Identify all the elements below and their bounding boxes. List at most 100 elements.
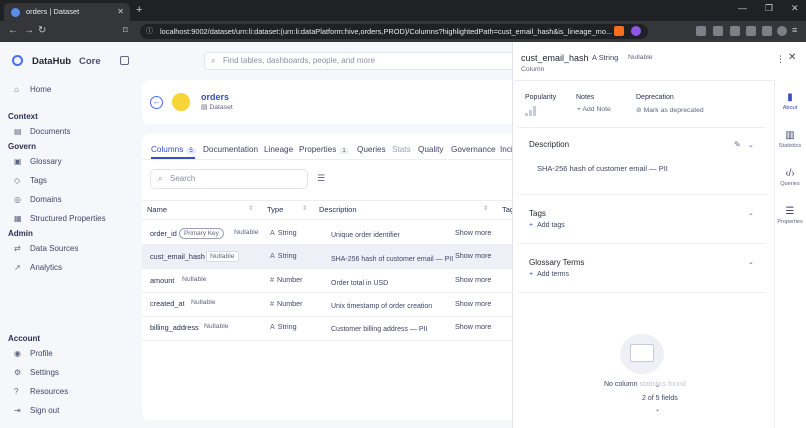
maximize-icon[interactable]: ❐: [765, 3, 773, 14]
collapse-sidebar-icon[interactable]: [120, 56, 129, 65]
menu-icon[interactable]: ≡: [792, 25, 797, 35]
column-type: # Number: [270, 275, 303, 284]
entity-name[interactable]: orders: [201, 92, 229, 102]
column-header-description[interactable]: Description: [319, 205, 357, 214]
leo-icon[interactable]: [762, 26, 772, 36]
download-icon[interactable]: [696, 26, 706, 36]
brave-shield-icon[interactable]: [614, 26, 624, 36]
sidebar-item-documents[interactable]: ▤ Documents: [14, 127, 70, 136]
column-search-input[interactable]: ⌕ Search: [150, 169, 308, 189]
more-options-icon[interactable]: ⋮: [776, 54, 785, 65]
sidebar-item-profile[interactable]: ◉ Profile: [14, 349, 53, 358]
mark-deprecated-button[interactable]: ⊘ Mark as deprecated: [636, 106, 704, 114]
sidebar-item-data-sources[interactable]: ⇄ Data Sources: [14, 244, 78, 253]
column-header-name[interactable]: Name: [147, 205, 167, 214]
drawer-title: cust_email_hash: [521, 53, 589, 63]
rail-about[interactable]: ▮ About: [774, 92, 806, 111]
column-type: A String: [270, 322, 297, 331]
notes-label: Notes: [576, 94, 595, 101]
drawer-type: A String: [592, 53, 619, 62]
sidebar-item-domains[interactable]: ◎ Domains: [14, 195, 62, 204]
tab-quality[interactable]: Quality: [418, 145, 443, 154]
section-divider: [518, 194, 766, 195]
chevron-up-icon[interactable]: ⌃: [655, 385, 660, 392]
sidebar-item-analytics[interactable]: ↗ Analytics: [14, 263, 62, 272]
reload-icon[interactable]: ↻: [38, 25, 46, 36]
minimize-icon[interactable]: —: [738, 3, 747, 13]
brave-rewards-icon[interactable]: [631, 26, 641, 36]
sort-name-icon[interactable]: ⇕: [248, 205, 253, 212]
sidebar-item-resources[interactable]: ? Resources: [14, 387, 68, 396]
tab-lineage[interactable]: Lineage: [264, 145, 293, 154]
edit-pencil-icon[interactable]: ✎: [734, 140, 741, 149]
show-more-button[interactable]: Show more: [455, 322, 491, 331]
back-icon[interactable]: ←: [8, 25, 18, 36]
rail-statistics[interactable]: ▥ Statistics: [774, 130, 806, 149]
back-arrow-icon[interactable]: ←: [150, 96, 163, 109]
string-type-icon: A: [270, 228, 275, 237]
vpn-icon[interactable]: [777, 26, 787, 36]
column-description: SHA-256 hash of customer email — PII: [331, 256, 454, 263]
add-terms-button[interactable]: + Add terms: [529, 271, 569, 278]
nullable-label: Nullable: [206, 251, 239, 262]
show-more-button[interactable]: Show more: [455, 228, 491, 237]
sort-type-icon[interactable]: ⇕: [302, 205, 307, 212]
chevron-down-icon[interactable]: ⌄: [748, 258, 754, 266]
site-info-icon[interactable]: ⓘ: [146, 24, 153, 39]
sidebar-item-sign-out[interactable]: ⇥ Sign out: [14, 406, 59, 415]
tab-properties[interactable]: Properties 1: [299, 145, 349, 154]
global-search-input[interactable]: ⌕ Find tables, dashboards, people, and m…: [204, 52, 522, 70]
close-tab-icon[interactable]: ✕: [117, 3, 124, 21]
browser-tab-title: orders | Dataset: [26, 7, 80, 16]
tag-icon: ◇: [14, 176, 21, 185]
show-more-button[interactable]: Show more: [455, 251, 491, 260]
extensions-icon[interactable]: [713, 26, 723, 36]
close-window-icon[interactable]: ✕: [791, 3, 799, 14]
add-tags-button[interactable]: + Add tags: [529, 222, 565, 229]
sign-out-icon: ⇥: [14, 406, 21, 415]
tab-documentation[interactable]: Documentation: [203, 145, 258, 154]
nullable-label: Nullable: [191, 299, 216, 306]
address-bar[interactable]: ⓘ localhost:9002/dataset/urn:li:dataset:…: [140, 24, 648, 39]
tab-columns[interactable]: Columns 5: [151, 145, 196, 154]
tab-stats[interactable]: Stats: [392, 145, 411, 154]
columns-count-badge: 5: [186, 148, 196, 154]
close-drawer-icon[interactable]: ✕: [788, 52, 796, 63]
popularity-bars-icon: [525, 106, 537, 116]
wallet-icon[interactable]: [746, 26, 756, 36]
search-icon: ⌕: [158, 174, 163, 183]
rail-properties[interactable]: ☰ Properties: [774, 206, 806, 225]
tab-queries[interactable]: Queries: [357, 145, 386, 154]
rail-queries[interactable]: ‹/› Queries: [774, 168, 806, 187]
help-icon: ?: [14, 387, 19, 396]
tab-governance[interactable]: Governance: [451, 145, 496, 154]
filter-icon[interactable]: ☰: [317, 173, 325, 184]
section-divider: [518, 243, 766, 244]
chevron-down-icon[interactable]: ⌄: [655, 406, 660, 413]
tags-heading: Tags: [529, 209, 546, 218]
sidebar-toggle-icon[interactable]: [730, 26, 740, 36]
tab-incidents[interactable]: Inci: [500, 145, 513, 154]
sidebar-item-glossary[interactable]: ▣ Glossary: [14, 157, 62, 166]
chevron-down-icon[interactable]: ⌄: [748, 209, 754, 217]
forward-icon[interactable]: →: [24, 25, 34, 36]
show-more-button[interactable]: Show more: [455, 299, 491, 308]
sidebar-item-home[interactable]: ⌂ Home: [14, 85, 51, 94]
profile-icon: ◉: [14, 349, 21, 358]
sidebar-item-tags[interactable]: ◇ Tags: [14, 176, 47, 185]
string-type-icon: A: [270, 322, 275, 331]
sort-description-icon[interactable]: ⇕: [483, 205, 488, 212]
favicon-icon: [11, 8, 20, 17]
gear-icon: ⚙: [14, 368, 22, 377]
column-header-type[interactable]: Type: [267, 205, 283, 214]
sidebar-item-structured-properties[interactable]: ▦ Structured Properties: [14, 214, 106, 223]
browser-tab[interactable]: orders | Dataset ✕: [4, 3, 130, 21]
show-more-button[interactable]: Show more: [455, 275, 491, 284]
bookmark-icon[interactable]: ⌑: [123, 25, 128, 36]
plus-icon: +: [529, 271, 534, 278]
sidebar-item-settings[interactable]: ⚙ Settings: [14, 368, 59, 377]
column-name: order_id: [150, 229, 177, 238]
add-note-button[interactable]: + Add Note: [577, 106, 611, 113]
chevron-down-icon[interactable]: ⌄: [748, 141, 754, 149]
new-tab-icon[interactable]: +: [136, 4, 142, 16]
